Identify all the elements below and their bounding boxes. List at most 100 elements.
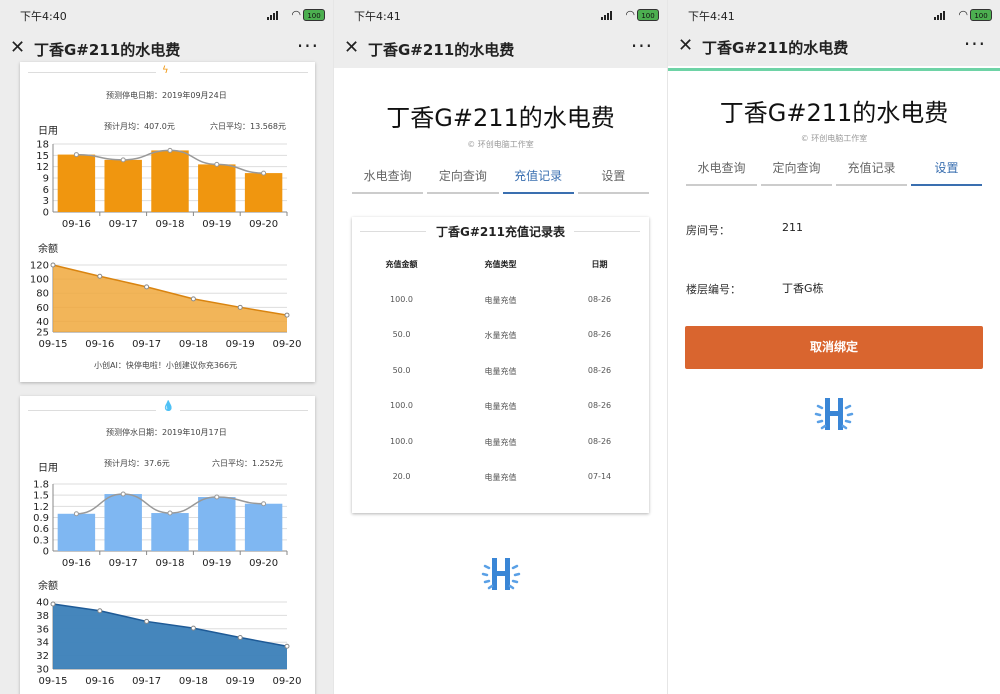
cell-amount: 20.0 xyxy=(392,472,411,481)
more-icon[interactable]: ··· xyxy=(964,32,986,56)
nav-title: 丁香G#211的水电费 xyxy=(34,41,181,59)
x-tick-label: 09-15 xyxy=(38,676,67,687)
x-tick-label: 09-18 xyxy=(179,676,208,687)
x-tick-label: 09-15 xyxy=(38,339,67,350)
status-bar: 下午4:40 ◠ 100 xyxy=(0,0,333,30)
room-value: 211 xyxy=(782,221,803,234)
x-tick-label: 09-17 xyxy=(132,676,161,687)
cell-date: 08-26 xyxy=(587,401,612,410)
screen-settings: 下午4:41 ◠ 100 ✕ 丁香G#211的水电费 ··· 丁香G#211的水… xyxy=(668,0,1000,694)
water-card: 💧 预测停水日期：2019年10月17日 日用 预计月均：37.6元 六日平均：… xyxy=(20,396,315,694)
room-label: 房间号： xyxy=(686,224,730,237)
studio-logo-icon xyxy=(814,398,854,430)
y-tick-label: 40 xyxy=(36,598,49,609)
x-tick-label: 09-19 xyxy=(226,339,255,350)
series-point xyxy=(144,618,150,624)
studio-credit: © 环创电脑工作室 xyxy=(467,140,534,149)
y-tick-label: 30 xyxy=(36,665,49,676)
battery-icon: 100 xyxy=(303,9,325,21)
x-tick-label: 09-16 xyxy=(85,339,114,350)
y-tick-label: 34 xyxy=(36,638,49,649)
x-tick-label: 09-20 xyxy=(272,676,301,687)
table-row: 50.0 水量充值 08-26 xyxy=(352,330,649,350)
series-point xyxy=(97,608,103,614)
tab-recharge-records[interactable]: 充值记录 xyxy=(502,164,574,194)
unbind-button[interactable]: 取消绑定 xyxy=(685,326,983,369)
page-title: 丁香G#211的水电费 xyxy=(719,99,949,127)
studio-credit: © 环创电脑工作室 xyxy=(800,134,868,143)
series-point xyxy=(50,262,56,268)
cell-amount: 100.0 xyxy=(390,295,413,304)
water-balance-chart: 30 32 34 36 38 40 09-15 09-16 09-17 09-18 09-19 09-… xyxy=(36,598,301,688)
cell-type: 电量充值 xyxy=(484,438,517,447)
y-tick-label: 38 xyxy=(36,611,49,622)
cell-type: 电量充值 xyxy=(484,367,517,376)
nav-bar: ✕ 丁香G#211的水电费 ··· xyxy=(334,30,667,68)
y-tick-label: 100 xyxy=(30,275,49,286)
status-bar: 下午4:41 ◠ 100 xyxy=(334,0,667,30)
tab-bar: 水电查询 定向查询 充值记录 设置 xyxy=(684,156,984,186)
cell-amount: 50.0 xyxy=(392,330,411,339)
cell-type: 水量充值 xyxy=(484,331,517,340)
y-tick-label: 80 xyxy=(36,289,49,300)
series-point xyxy=(97,273,103,279)
cell-date: 08-26 xyxy=(587,366,612,375)
y-tick-label: 25 xyxy=(36,328,49,339)
table-row: 50.0 电量充值 08-26 xyxy=(352,366,649,386)
y-tick-label: 36 xyxy=(36,624,49,635)
header-amount: 充值金额 xyxy=(385,260,418,269)
tab-settings[interactable]: 设置 xyxy=(577,164,649,194)
x-tick-label: 09-16 xyxy=(85,676,114,687)
tab-usage-query[interactable]: 水电查询 xyxy=(352,164,424,194)
cell-amount: 100.0 xyxy=(390,437,413,446)
close-icon[interactable]: ✕ xyxy=(344,37,359,58)
table-row: 100.0 电量充值 08-26 xyxy=(352,401,649,421)
nav-title: 丁香G#211的水电费 xyxy=(702,39,849,57)
series-point xyxy=(284,312,290,318)
battery-icon: 100 xyxy=(970,9,992,21)
cell-type: 电量充值 xyxy=(484,402,517,411)
more-icon[interactable]: ··· xyxy=(631,34,653,58)
tab-targeted-query[interactable]: 定向查询 xyxy=(761,156,832,186)
cell-type: 电量充值 xyxy=(484,473,517,482)
close-icon[interactable]: ✕ xyxy=(678,35,693,56)
header-date: 日期 xyxy=(591,260,608,269)
x-tick-label: 09-19 xyxy=(226,676,255,687)
y-tick-label: 32 xyxy=(36,651,49,662)
nav-bar: ✕ 丁香G#211的水电费 ··· xyxy=(668,28,1000,66)
table-header: 充值金额 充值类型 日期 xyxy=(352,259,649,279)
x-tick-label: 09-20 xyxy=(272,339,301,350)
signal-icon xyxy=(601,10,615,20)
tab-usage-query[interactable]: 水电查询 xyxy=(686,156,757,186)
floor-value: 丁香G栋 xyxy=(782,282,824,295)
wifi-icon: ◠ xyxy=(291,8,301,21)
studio-logo-icon xyxy=(481,558,521,590)
signal-icon xyxy=(267,10,281,20)
tab-recharge-records[interactable]: 充值记录 xyxy=(836,156,907,186)
close-icon[interactable]: ✕ xyxy=(10,37,25,58)
wifi-icon: ◠ xyxy=(625,8,635,21)
y-tick-label: 40 xyxy=(36,317,49,328)
header-type: 充值类型 xyxy=(484,260,517,269)
table-row: 20.0 电量充值 07-14 xyxy=(352,472,649,492)
signal-icon xyxy=(934,10,948,20)
cell-amount: 100.0 xyxy=(390,401,413,410)
electric-balance-chart: 2540 60 80 100 120 09-15 09-16 09-17 09-18 09-19 0… xyxy=(30,261,302,351)
page-title: 丁香G#211的水电费 xyxy=(386,104,615,132)
tab-settings[interactable]: 设置 xyxy=(911,156,982,186)
area-fill xyxy=(53,604,287,669)
cell-date: 07-14 xyxy=(587,472,612,481)
cell-type: 电量充值 xyxy=(484,296,517,305)
cell-date: 08-26 xyxy=(587,295,612,304)
more-icon[interactable]: ··· xyxy=(297,34,319,58)
x-tick-label: 09-18 xyxy=(179,339,208,350)
series-point xyxy=(190,296,196,302)
recharge-table: 丁香G#211充值记录表 充值金额 充值类型 日期 100.0 电量充值 08-26… xyxy=(352,217,649,513)
status-time: 下午4:41 xyxy=(354,10,401,23)
battery-icon: 100 xyxy=(637,9,659,21)
series-point xyxy=(237,304,243,310)
y-tick-label: 120 xyxy=(30,261,49,272)
wifi-icon: ◠ xyxy=(958,8,968,21)
tab-targeted-query[interactable]: 定向查询 xyxy=(427,164,499,194)
screen-recharge-records: 下午4:41 ◠ 100 ✕ 丁香G#211的水电费 ··· 丁香G#211的水… xyxy=(334,0,667,694)
